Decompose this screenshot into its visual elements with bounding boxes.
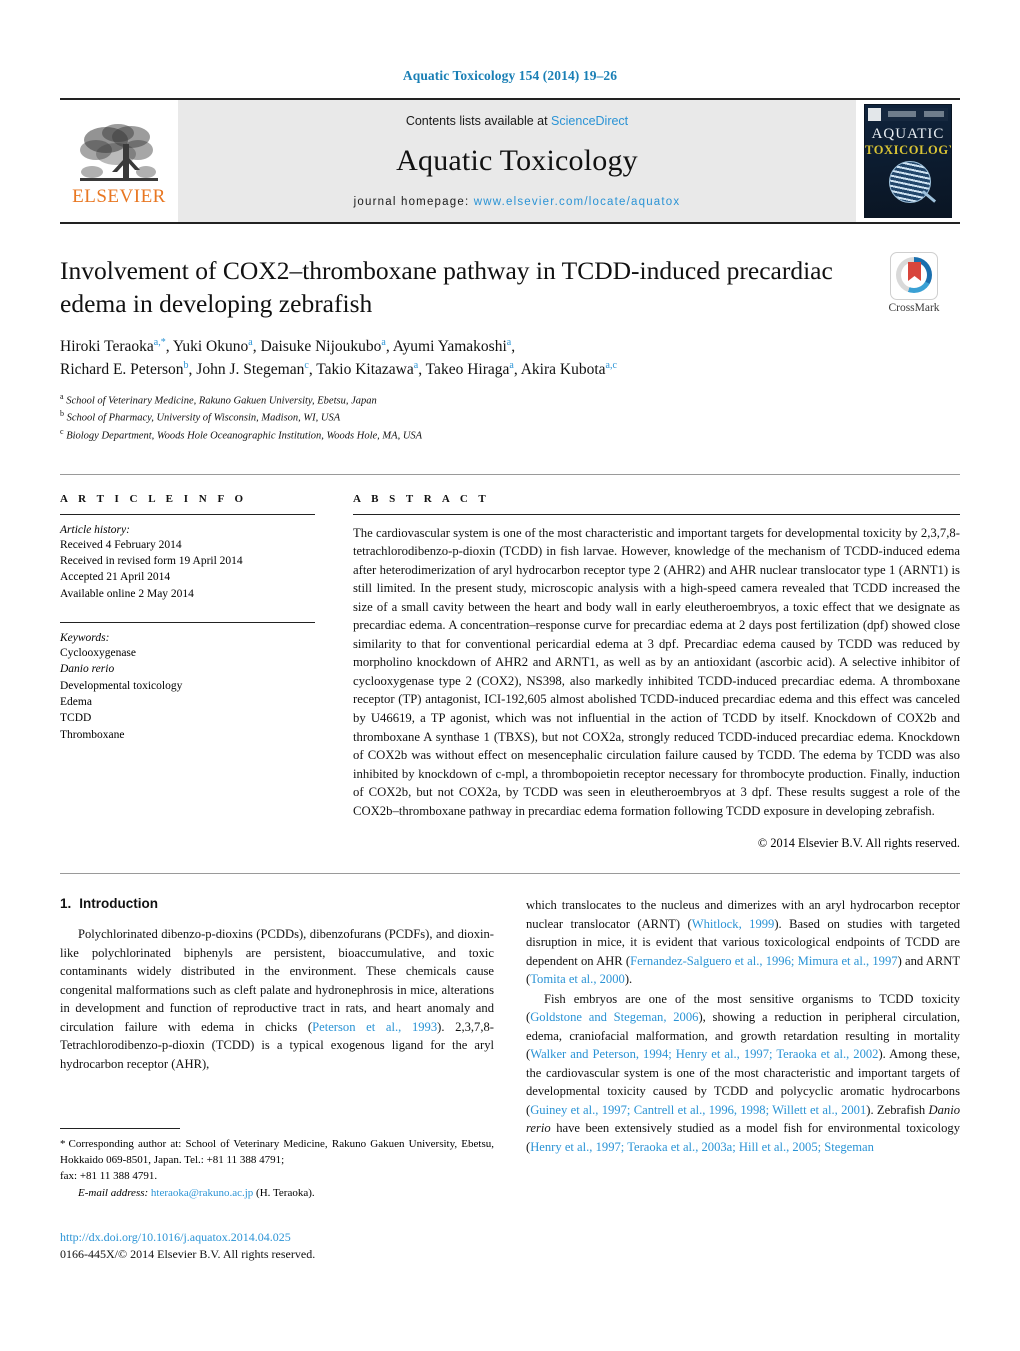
keyword-item: Danio rerio	[60, 663, 115, 676]
cover-magnifier-icon	[889, 161, 931, 203]
doi-block: http://dx.doi.org/10.1016/j.aquatox.2014…	[60, 1229, 560, 1263]
affiliation-marker: b	[60, 409, 64, 419]
article-info-rule	[60, 513, 315, 515]
elsevier-logo: ELSEVIER	[60, 100, 178, 222]
section-heading-introduction: 1. Introduction	[60, 896, 494, 911]
cover-topbar-right	[924, 111, 944, 117]
contents-line: Contents lists available at ScienceDirec…	[406, 114, 628, 128]
cover-topbar-left	[888, 111, 916, 117]
footnote-star: *	[60, 1138, 66, 1150]
footnote-block: * Corresponding author at: School of Vete…	[60, 1128, 494, 1199]
affiliation-text: Biology Department, Woods Hole Oceanogra…	[66, 430, 423, 442]
article-info-column: A R T I C L E I N F O Article history: R…	[60, 493, 353, 852]
journal-cover-image: AQUATIC TOXICOLOGY	[864, 104, 952, 218]
affiliation-item: b School of Pharmacy, University of Wisc…	[60, 408, 960, 426]
crossmark-label: CrossMark	[888, 302, 940, 314]
elsevier-tree-icon	[80, 124, 158, 181]
article-history-item: Accepted 21 April 2014	[60, 571, 171, 584]
journal-cover-thumbnail: AQUATIC TOXICOLOGY	[856, 100, 960, 222]
footnote-rule	[60, 1128, 180, 1129]
paragraph: which translocates to the nucleus and di…	[526, 896, 960, 989]
page-title: Involvement of COX2–thromboxane pathway …	[60, 256, 833, 319]
keywords-block: Keywords: Cyclooxygenase Danio rerio Dev…	[60, 622, 315, 743]
abstract-rule	[353, 513, 960, 515]
body-columns: 1. Introduction Polychlorinated dibenzo-p…	[60, 873, 960, 1157]
citation-link[interactable]: Walker and Peterson, 1994; Henry et al.,…	[530, 1047, 878, 1061]
abstract-copyright: © 2014 Elsevier B.V. All rights reserved…	[757, 836, 960, 851]
abstract-column: A B S T R A C T The cardiovascular syste…	[353, 493, 960, 852]
body-column-left: 1. Introduction Polychlorinated dibenzo-p…	[60, 896, 494, 1157]
article-info-heading: A R T I C L E I N F O	[60, 492, 248, 505]
citation-link[interactable]: Guiney et al., 1997; Cantrell et al., 19…	[530, 1103, 866, 1117]
article-history-item: Received in revised form 19 April 2014	[60, 555, 243, 568]
elsevier-wordmark: ELSEVIER	[72, 186, 166, 207]
keywords-label: Keywords:	[60, 632, 110, 644]
author-list: Hiroki Teraokaa,*, Yuki Okunoa, Daisuke …	[60, 336, 890, 381]
section-title: Introduction	[79, 896, 158, 912]
journal-masthead: ELSEVIER Contents lists available at Sci…	[60, 98, 960, 224]
citation-link[interactable]: Goldstone and Stegeman, 2006	[530, 1010, 698, 1024]
body-column-right: which translocates to the nucleus and di…	[526, 896, 960, 1157]
journal-title: Aquatic Toxicology	[396, 144, 638, 177]
corresponding-author-note: * Corresponding author at: School of Vete…	[60, 1137, 494, 1169]
cover-elsevier-mark	[868, 108, 881, 121]
keyword-item: TCDD	[60, 712, 92, 725]
paragraph-text: Polychlorinated dibenzo-p-dioxins (PCDDs…	[60, 927, 494, 1034]
email-link[interactable]: hteraoka@rakuno.ac.jp	[151, 1187, 253, 1199]
corresponding-author-text: Corresponding author at: School of Veter…	[60, 1138, 494, 1166]
journal-band: Contents lists available at ScienceDirec…	[178, 100, 856, 222]
paragraph-text: ).	[624, 972, 633, 987]
paragraph-text: ). Zebrafish	[866, 1102, 929, 1117]
keywords-rule	[60, 622, 315, 623]
keyword-item: Developmental toxicology	[60, 679, 183, 692]
crossmark-badge[interactable]: CrossMark	[868, 252, 960, 314]
info-abstract-row: A R T I C L E I N F O Article history: R…	[60, 473, 960, 852]
citation-link[interactable]: Whitlock, 1999	[692, 917, 775, 931]
keyword-item: Thromboxane	[60, 728, 125, 741]
crossmark-icon	[890, 252, 938, 300]
paper-page: Aquatic Toxicology 154 (2014) 19–26 ELSE…	[0, 0, 1020, 1351]
keyword-item: Cyclooxygenase	[60, 647, 137, 659]
running-head: Aquatic Toxicology 154 (2014) 19–26	[402, 68, 618, 83]
issn-copyright-line: 0166-445X/© 2014 Elsevier B.V. All right…	[60, 1246, 316, 1261]
doi-link[interactable]: http://dx.doi.org/10.1016/j.aquatox.2014…	[60, 1229, 560, 1246]
citation-link[interactable]: Peterson et al., 1993	[312, 1020, 437, 1034]
keyword-item: Edema	[60, 695, 92, 708]
affiliation-item: c Biology Department, Woods Hole Oceanog…	[60, 426, 960, 444]
affiliation-list: a School of Veterinary Medicine, Rakuno …	[60, 391, 960, 444]
email-label: E-mail address:	[78, 1186, 149, 1199]
affiliation-item: a School of Veterinary Medicine, Rakuno …	[60, 391, 960, 409]
homepage-prefix: journal homepage:	[353, 196, 474, 208]
cover-title-line2: TOXICOLOGY	[865, 143, 952, 157]
title-block: Involvement of COX2–thromboxane pathway …	[60, 252, 960, 444]
abstract-text: The cardiovascular system is one of the …	[353, 525, 960, 818]
citation-link[interactable]: Henry et al., 1997; Teraoka et al., 2003…	[530, 1140, 874, 1154]
fax-note: fax: +81 11 388 4791.	[60, 1169, 158, 1182]
journal-homepage-line: journal homepage: www.elsevier.com/locat…	[354, 196, 681, 208]
affiliation-text: School of Pharmacy, University of Wiscon…	[66, 412, 341, 424]
author-line-1: Hiroki Teraokaa,*, Yuki Okunoa, Daisuke …	[60, 337, 516, 356]
affiliation-marker: a	[60, 391, 64, 401]
sciencedirect-link[interactable]: ScienceDirect	[551, 114, 628, 128]
affiliation-marker: c	[60, 426, 64, 436]
article-history-label: Article history:	[60, 523, 130, 536]
contents-prefix: Contents lists available at	[405, 114, 552, 128]
paragraph: Fish embryos are one of the most sensiti…	[526, 990, 960, 1157]
abstract-heading: A B S T R A C T	[353, 492, 490, 505]
affiliation-text: School of Veterinary Medicine, Rakuno Ga…	[66, 395, 377, 407]
journal-homepage-link[interactable]: www.elsevier.com/locate/aquatox	[474, 196, 681, 208]
paragraph: Polychlorinated dibenzo-p-dioxins (PCDDs…	[60, 925, 494, 1073]
cover-title-line1: AQUATIC	[871, 126, 945, 142]
article-history-item: Available online 2 May 2014	[60, 587, 194, 600]
citation-link[interactable]: Fernandez-Salguero et al., 1996; Mimura …	[630, 954, 897, 968]
email-suffix: (H. Teraoka).	[256, 1186, 315, 1199]
email-note: E-mail address: hteraoka@rakuno.ac.jp (H…	[60, 1187, 494, 1199]
author-line-2: Richard E. Petersonb, John J. Stegemanc,…	[60, 359, 617, 379]
section-number: 1.	[60, 896, 72, 912]
citation-link[interactable]: Tomita et al., 2000	[530, 972, 625, 986]
article-history-item: Received 4 February 2014	[60, 538, 182, 551]
